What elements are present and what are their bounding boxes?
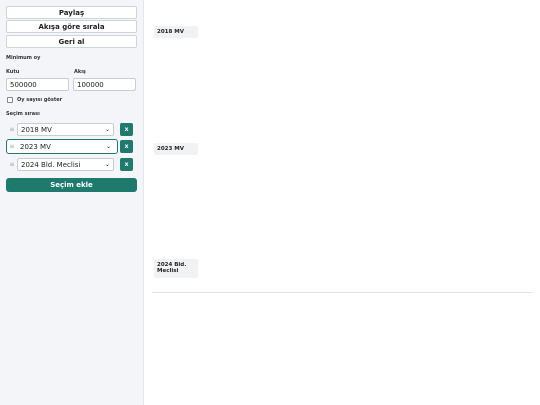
show-votes-checkbox[interactable] xyxy=(7,97,13,103)
election-select[interactable]: 2023 MV ⌄ xyxy=(17,140,114,153)
flow-label: Akış xyxy=(74,69,86,75)
remove-election-button[interactable]: x xyxy=(120,158,133,171)
drag-handle-icon[interactable]: ≡ xyxy=(7,161,17,168)
election-select[interactable]: 2018 MV ⌄ xyxy=(17,123,114,136)
add-election-button[interactable]: Seçim ekle xyxy=(6,178,137,192)
box-label: Kutu xyxy=(6,69,20,75)
election-select-value: 2018 MV xyxy=(21,125,52,134)
drag-handle-icon[interactable]: ≡ xyxy=(7,143,17,150)
election-select-value: 2023 MV xyxy=(20,142,51,151)
box-input[interactable]: 500000 xyxy=(6,78,69,91)
min-votes-title: Minimum oy xyxy=(6,55,41,61)
chevron-down-icon: ⌄ xyxy=(105,143,111,150)
stage-label: 2018 MV xyxy=(154,26,198,39)
election-select[interactable]: 2024 Bld. Meclisi ⌄ xyxy=(17,158,114,171)
stage-label: 2023 MV xyxy=(154,143,198,156)
share-button[interactable]: Paylaş xyxy=(6,6,137,19)
show-votes-label: Oy sayısı göster xyxy=(17,97,63,103)
order-item: ≡ 2024 Bld. Meclisi ⌄ xyxy=(7,157,134,172)
remove-election-button[interactable]: x xyxy=(120,123,133,136)
divider xyxy=(152,292,532,293)
order-item: ≡ 2018 MV ⌄ xyxy=(7,122,134,137)
order-title: Seçim sırası xyxy=(6,111,40,117)
show-votes-toggle[interactable]: Oy sayısı göster xyxy=(7,97,62,103)
remove-election-button[interactable]: x xyxy=(120,140,133,153)
undo-button[interactable]: Geri al xyxy=(6,35,137,48)
stage-label: 2024 Bld. Meclisi xyxy=(154,259,198,278)
chevron-down-icon: ⌄ xyxy=(104,126,110,133)
chevron-down-icon: ⌄ xyxy=(104,161,110,168)
drag-handle-icon[interactable]: ≡ xyxy=(7,126,17,133)
sort-by-flow-button[interactable]: Akışa göre sırala xyxy=(6,20,137,33)
election-select-value: 2024 Bld. Meclisi xyxy=(21,160,81,169)
flow-input[interactable]: 100000 xyxy=(73,78,136,91)
sidebar: Paylaş Akışa göre sırala Geri al Minimum… xyxy=(0,0,144,405)
order-item: ≡ 2023 MV ⌄ xyxy=(6,139,118,154)
